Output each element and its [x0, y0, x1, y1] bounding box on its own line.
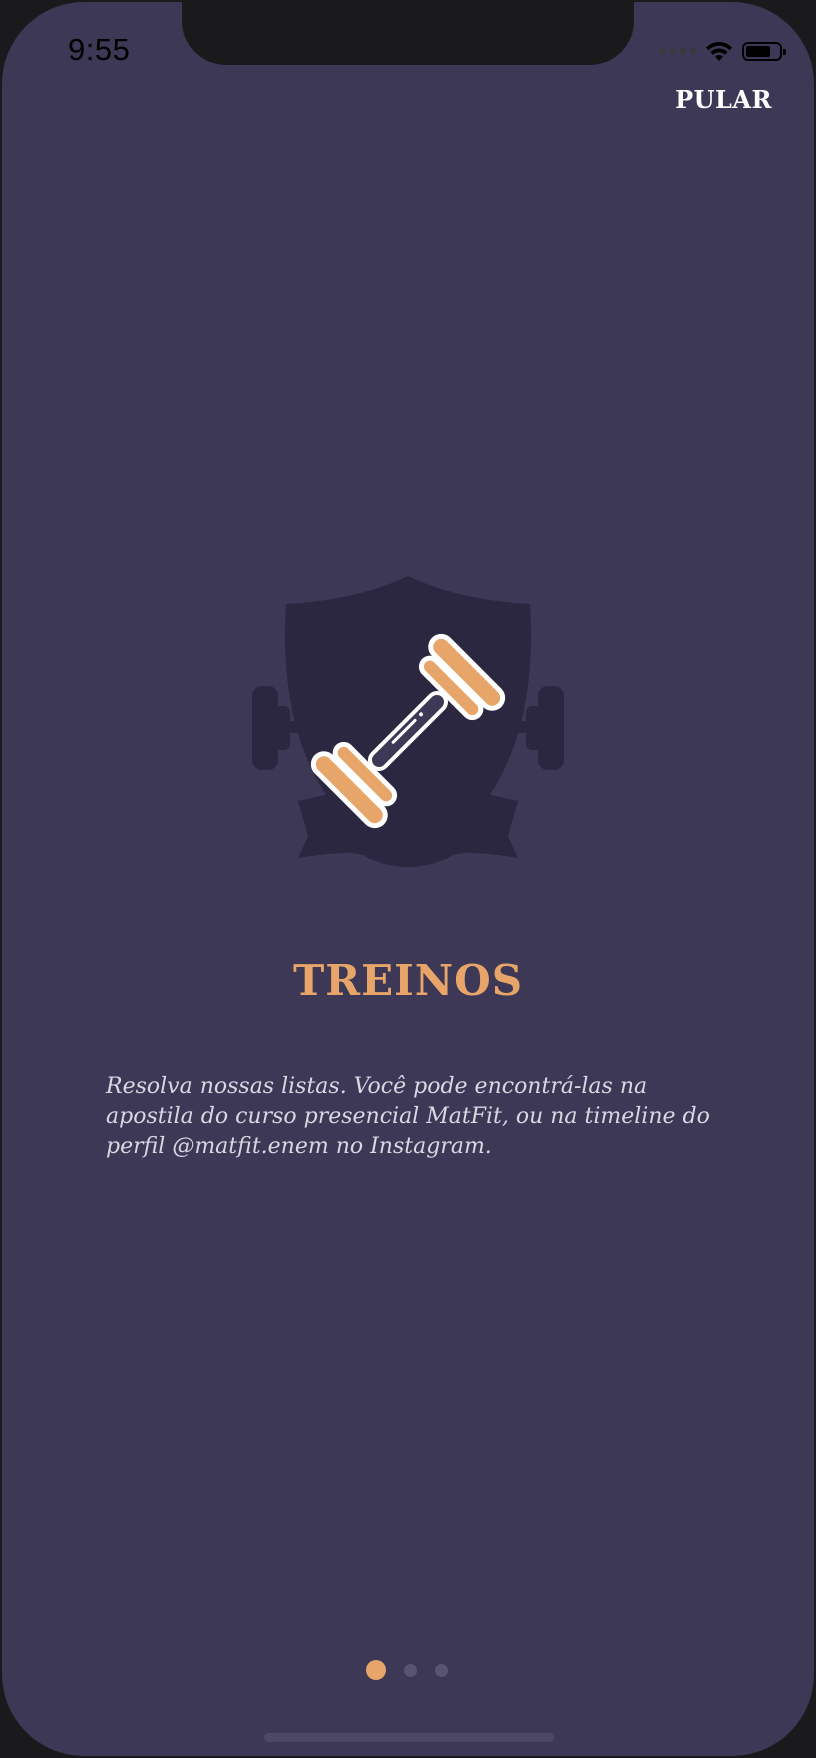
- onboarding-screen: 9:55 PULAR TREINOS Resolva nossas listas…: [2, 2, 814, 1756]
- page-dot-active[interactable]: [366, 1660, 386, 1680]
- page-dot[interactable]: [404, 1663, 417, 1677]
- onboarding-description: Resolva nossas listas. Você pode encontr…: [106, 1074, 710, 1159]
- wifi-icon: [706, 41, 732, 61]
- page-dot[interactable]: [435, 1663, 448, 1677]
- battery-icon: [742, 41, 786, 61]
- page-indicator: [366, 1660, 448, 1680]
- onboarding-title: TREINOS: [292, 956, 524, 1005]
- device-notch: [182, 2, 634, 65]
- cellular-signal-icon: [660, 48, 696, 54]
- home-indicator[interactable]: [264, 1733, 554, 1742]
- device-frame: 9:55 PULAR TREINOS Resolva nossas listas…: [0, 0, 816, 1758]
- status-icons: [660, 38, 786, 64]
- skip-button[interactable]: PULAR: [675, 85, 772, 114]
- status-time: 9:55: [68, 32, 131, 67]
- dumbbell-shield-icon: [252, 576, 564, 867]
